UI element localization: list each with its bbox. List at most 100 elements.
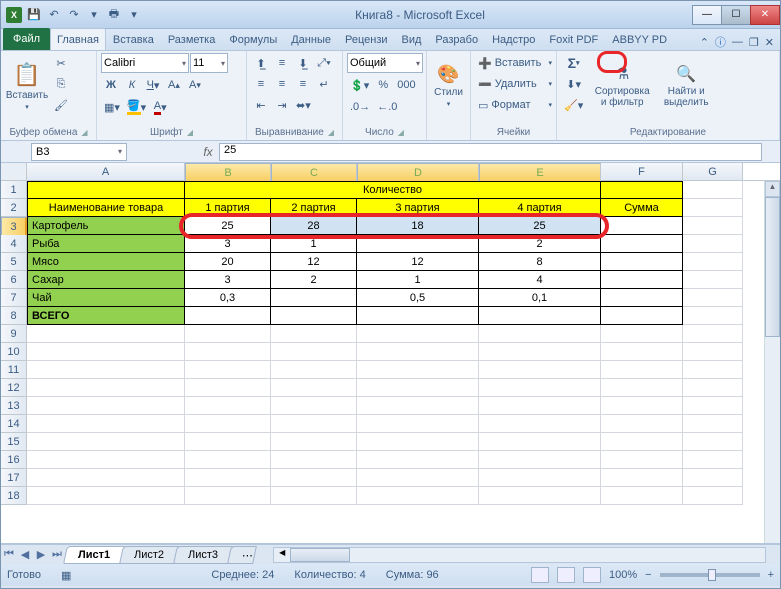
- border-button[interactable]: ▦▾: [101, 97, 123, 117]
- cell-A11[interactable]: [27, 361, 185, 379]
- cell-B11[interactable]: [185, 361, 271, 379]
- maximize-button[interactable]: ☐: [721, 5, 751, 25]
- cell-B10[interactable]: [185, 343, 271, 361]
- col-E[interactable]: E: [479, 163, 601, 183]
- cell-A7[interactable]: Чай: [27, 289, 185, 307]
- tab-nav-prev[interactable]: ◀: [17, 548, 33, 561]
- fill-color-button[interactable]: 🪣▾: [124, 97, 149, 117]
- cell-B18[interactable]: [185, 487, 271, 505]
- cell-F13[interactable]: [601, 397, 683, 415]
- cell-F1[interactable]: [601, 181, 683, 199]
- cell-A12[interactable]: [27, 379, 185, 397]
- align-bottom-button[interactable]: ⬇̲: [293, 53, 313, 73]
- cell-G3[interactable]: [683, 217, 743, 235]
- cell-C12[interactable]: [271, 379, 357, 397]
- cell-E12[interactable]: [479, 379, 601, 397]
- cell-B4[interactable]: 3: [185, 235, 271, 253]
- cell-C11[interactable]: [271, 361, 357, 379]
- row-header-18[interactable]: 18: [1, 487, 27, 505]
- cell-G15[interactable]: [683, 433, 743, 451]
- col-B[interactable]: B: [185, 163, 271, 183]
- tab-nav-first[interactable]: ⏮: [1, 548, 17, 561]
- comma-button[interactable]: 000: [394, 75, 418, 95]
- cell-G4[interactable]: [683, 235, 743, 253]
- wrap-text-button[interactable]: ↵: [314, 74, 334, 94]
- cell-D9[interactable]: [357, 325, 479, 343]
- cell-C17[interactable]: [271, 469, 357, 487]
- tab-review[interactable]: Рецензи: [338, 28, 395, 50]
- cell-F2[interactable]: Сумма: [601, 199, 683, 217]
- cell-B3[interactable]: 25: [185, 217, 271, 235]
- cell-B2[interactable]: 1 партия: [185, 199, 271, 217]
- increase-decimal-button[interactable]: .0→: [347, 97, 373, 117]
- cell-D7[interactable]: 0,5: [357, 289, 479, 307]
- cell-B16[interactable]: [185, 451, 271, 469]
- tab-layout[interactable]: Разметка: [161, 28, 223, 50]
- fill-button[interactable]: ⬇▾: [561, 74, 586, 94]
- zoom-out-button[interactable]: −: [645, 569, 651, 581]
- cell-C2[interactable]: 2 партия: [271, 199, 357, 217]
- cell-A3[interactable]: Картофель: [27, 217, 185, 235]
- cell-E13[interactable]: [479, 397, 601, 415]
- cell-B7[interactable]: 0,3: [185, 289, 271, 307]
- autosum-button[interactable]: Σ ▾: [561, 53, 586, 73]
- row-header-15[interactable]: 15: [1, 433, 27, 451]
- new-sheet-button[interactable]: ⋯: [227, 546, 257, 564]
- cell-C16[interactable]: [271, 451, 357, 469]
- cell-E4[interactable]: 2: [479, 235, 601, 253]
- cell-C9[interactable]: [271, 325, 357, 343]
- cell-C10[interactable]: [271, 343, 357, 361]
- col-C[interactable]: C: [271, 163, 357, 183]
- qat-dropdown-icon[interactable]: ▾: [125, 6, 143, 24]
- cell-G17[interactable]: [683, 469, 743, 487]
- cell-A16[interactable]: [27, 451, 185, 469]
- tab-nav-last[interactable]: ⏭: [49, 548, 65, 561]
- cell-A8[interactable]: ВСЕГО: [27, 307, 185, 325]
- cell-D18[interactable]: [357, 487, 479, 505]
- cell-D4[interactable]: [357, 235, 479, 253]
- mdi-restore-icon[interactable]: ❐: [749, 36, 759, 49]
- minimize-button[interactable]: —: [692, 5, 722, 25]
- cell-A18[interactable]: [27, 487, 185, 505]
- cell-A15[interactable]: [27, 433, 185, 451]
- cell-E15[interactable]: [479, 433, 601, 451]
- zoom-slider[interactable]: [660, 573, 760, 577]
- undo-icon[interactable]: ↶: [45, 6, 63, 24]
- cell-E14[interactable]: [479, 415, 601, 433]
- name-box[interactable]: B3▾: [31, 143, 127, 161]
- cell-A5[interactable]: Мясо: [27, 253, 185, 271]
- row-header-2[interactable]: 2: [1, 199, 27, 217]
- cell-D16[interactable]: [357, 451, 479, 469]
- tab-nav-next[interactable]: ▶: [33, 548, 49, 561]
- help-icon[interactable]: ⓘ: [715, 34, 726, 50]
- underline-button[interactable]: Ч▾: [143, 75, 163, 95]
- row-header-1[interactable]: 1: [1, 181, 27, 199]
- col-D[interactable]: D: [357, 163, 479, 183]
- cell-D2[interactable]: 3 партия: [357, 199, 479, 217]
- cell-D12[interactable]: [357, 379, 479, 397]
- clipboard-dialog-icon[interactable]: ◢: [81, 128, 87, 137]
- cell-G2[interactable]: [683, 199, 743, 217]
- cell-B1-E1[interactable]: Количество: [185, 181, 601, 199]
- cell-E3[interactable]: 25: [479, 217, 601, 235]
- cell-E9[interactable]: [479, 325, 601, 343]
- font-size-select[interactable]: 11▾: [190, 53, 228, 73]
- number-dialog-icon[interactable]: ◢: [398, 128, 404, 137]
- cell-G14[interactable]: [683, 415, 743, 433]
- decrease-indent-button[interactable]: ⇤: [251, 95, 271, 115]
- hscroll-thumb[interactable]: [290, 548, 350, 562]
- cell-G1[interactable]: [683, 181, 743, 199]
- align-right-button[interactable]: ≡: [293, 74, 313, 94]
- delete-cells-button[interactable]: ➖Удалить▾: [475, 74, 555, 94]
- cell-B17[interactable]: [185, 469, 271, 487]
- row-header-6[interactable]: 6: [1, 271, 27, 289]
- row-header-16[interactable]: 16: [1, 451, 27, 469]
- cell-E10[interactable]: [479, 343, 601, 361]
- cell-E16[interactable]: [479, 451, 601, 469]
- cell-F5[interactable]: [601, 253, 683, 271]
- row-header-13[interactable]: 13: [1, 397, 27, 415]
- cell-F3[interactable]: [601, 217, 683, 235]
- cell-F12[interactable]: [601, 379, 683, 397]
- italic-button[interactable]: К: [122, 75, 142, 95]
- cell-C3[interactable]: 28: [271, 217, 357, 235]
